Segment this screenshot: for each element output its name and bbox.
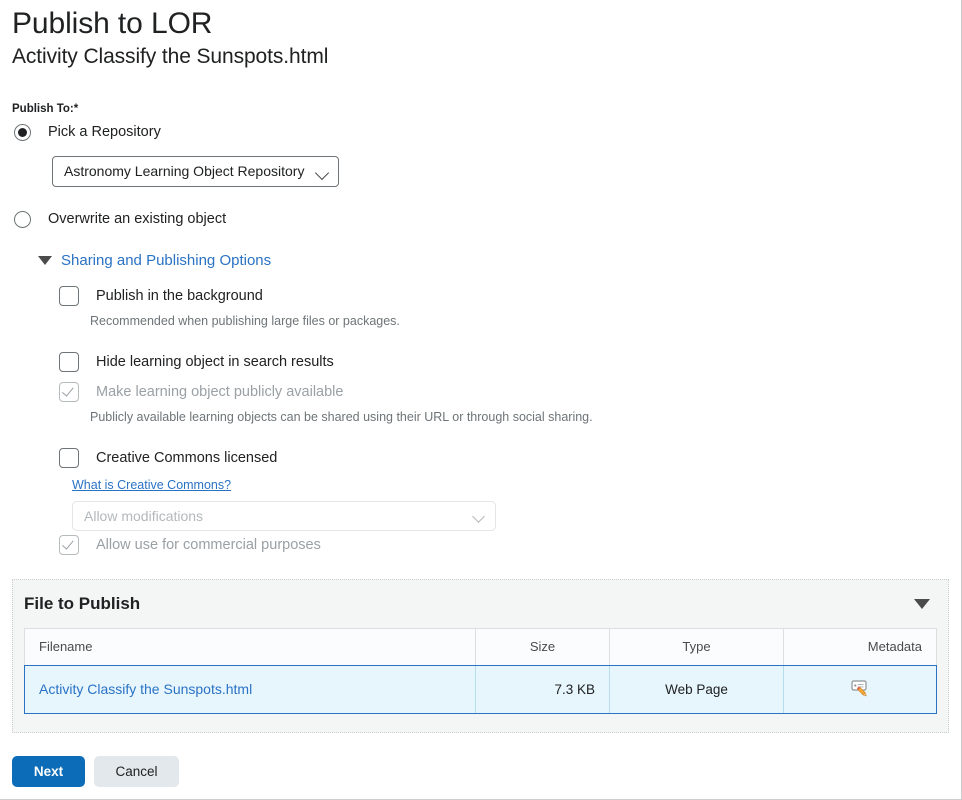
column-header-type: Type	[609, 627, 784, 666]
sharing-options-group: Publish in the background Recommended wh…	[59, 285, 949, 555]
cell-metadata	[783, 664, 937, 714]
cell-filename: Activity Classify the Sunspots.html	[24, 664, 476, 714]
checkbox-hide-in-search-results[interactable]: Hide learning object in search results	[59, 351, 949, 372]
publish-to-label-text: Publish To:	[12, 102, 74, 115]
radio-pick-a-repository[interactable]: Pick a Repository	[12, 123, 949, 141]
column-header-size: Size	[475, 627, 610, 666]
publish-to-label: Publish To:*	[12, 103, 949, 115]
sharing-publishing-options-toggle[interactable]: Sharing and Publishing Options	[38, 252, 949, 269]
cc-modifications-select: Allow modifications	[72, 500, 496, 531]
cc-modifications-select-wrapper: Allow modifications	[72, 500, 496, 531]
checkbox-publish-in-background[interactable]: Publish in the background	[59, 285, 949, 306]
checkbox-checked-disabled-icon	[59, 381, 79, 402]
page-header: Publish to LOR Activity Classify the Sun…	[0, 0, 961, 71]
files-table: Filename Size Type Metadata Activity Cla…	[24, 627, 937, 714]
file-to-publish-header[interactable]: File to Publish	[13, 580, 948, 624]
publish-to-lor-page: Publish to LOR Activity Classify the Sun…	[0, 0, 962, 800]
checkbox-allow-commercial-use-label: Allow use for commercial purposes	[96, 536, 321, 553]
file-to-publish-body: Filename Size Type Metadata Activity Cla…	[13, 624, 948, 732]
table-header-row: Filename Size Type Metadata	[24, 627, 937, 666]
required-marker: *	[73, 102, 79, 115]
column-header-filename: Filename	[24, 627, 476, 666]
metadata-edit-icon[interactable]	[849, 677, 871, 702]
next-button[interactable]: Next	[12, 756, 85, 787]
checkbox-creative-commons-licensed-label: Creative Commons licensed	[96, 449, 278, 466]
radio-pick-a-repository-label: Pick a Repository	[48, 124, 161, 141]
checkbox-unchecked-icon[interactable]	[59, 285, 79, 306]
checkbox-make-publicly-available: Make learning object publicly available	[59, 381, 949, 402]
cell-size: 7.3 KB	[475, 664, 610, 714]
what-is-creative-commons-link[interactable]: What is Creative Commons?	[72, 478, 231, 492]
cancel-button[interactable]: Cancel	[94, 756, 179, 787]
files-table-body: Activity Classify the Sunspots.html 7.3 …	[24, 664, 937, 714]
file-link[interactable]: Activity Classify the Sunspots.html	[39, 681, 252, 697]
repository-select[interactable]: Astronomy Learning Object Repository	[52, 155, 340, 187]
help-publish-in-background: Recommended when publishing large files …	[90, 313, 400, 328]
checkbox-make-publicly-available-label: Make learning object publicly available	[96, 383, 344, 400]
help-make-publicly-available: Publicly available learning objects can …	[90, 409, 593, 424]
checkbox-publish-in-background-label: Publish in the background	[96, 287, 263, 304]
checkbox-unchecked-icon[interactable]	[59, 447, 79, 468]
checkbox-checked-disabled-icon	[59, 534, 79, 555]
repository-select-wrapper: Astronomy Learning Object Repository	[52, 155, 340, 187]
form-actions: Next Cancel	[12, 756, 179, 787]
cell-type: Web Page	[609, 664, 784, 714]
checkbox-unchecked-icon[interactable]	[59, 351, 79, 372]
triangle-down-icon	[38, 255, 52, 265]
files-table-head: Filename Size Type Metadata	[24, 627, 937, 666]
publish-form: Publish To:* Pick a Repository Astronomy…	[0, 103, 961, 555]
triangle-down-icon[interactable]	[914, 598, 930, 609]
radio-overwrite-existing-object[interactable]: Overwrite an existing object	[12, 210, 949, 228]
page-title: Publish to LOR	[12, 7, 213, 40]
checkbox-hide-in-search-results-label: Hide learning object in search results	[96, 353, 334, 370]
table-row[interactable]: Activity Classify the Sunspots.html 7.3 …	[24, 664, 937, 714]
radio-button-selected-icon[interactable]	[14, 123, 31, 141]
file-to-publish-panel: File to Publish Filename Size Type Metad…	[12, 578, 949, 733]
file-to-publish-title: File to Publish	[24, 593, 141, 613]
page-subtitle: Activity Classify the Sunspots.html	[12, 45, 329, 69]
radio-overwrite-existing-object-label: Overwrite an existing object	[48, 211, 227, 228]
checkbox-allow-commercial-use: Allow use for commercial purposes	[59, 534, 949, 555]
checkbox-creative-commons-licensed[interactable]: Creative Commons licensed	[59, 447, 949, 468]
sharing-publishing-options-label: Sharing and Publishing Options	[61, 251, 272, 269]
column-header-metadata: Metadata	[783, 627, 937, 666]
radio-button-unselected-icon[interactable]	[14, 210, 31, 228]
